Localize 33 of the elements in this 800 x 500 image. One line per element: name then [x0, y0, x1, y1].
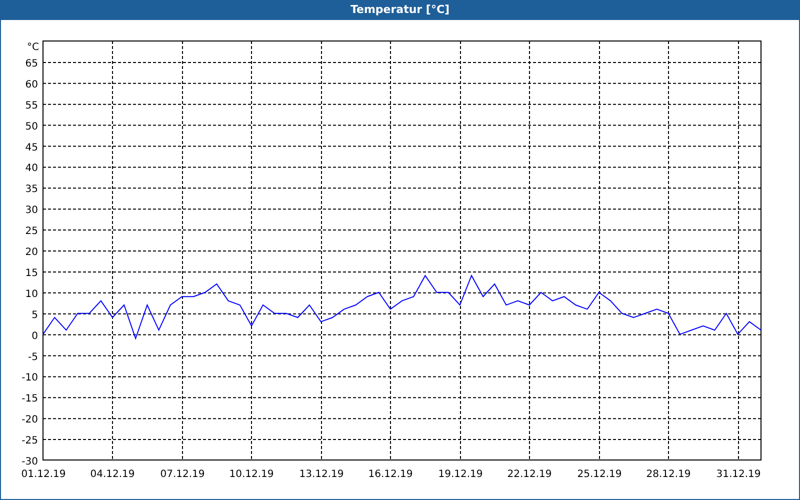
y-tick-label: 10 [25, 288, 38, 300]
y-tick-label: 0 [32, 330, 38, 342]
y-tick-label: 60 [25, 79, 38, 90]
y-tick-label: 65 [25, 58, 38, 70]
y-tick-label: -10 [22, 372, 38, 384]
y-tick-label: -20 [22, 414, 38, 426]
y-tick-label: 15 [25, 268, 38, 279]
x-tick-label: 16.12.19 [368, 469, 413, 480]
x-tick-label: 28.12.19 [646, 469, 691, 480]
y-tick-label: 35 [25, 184, 38, 196]
y-tick-label: 45 [25, 142, 38, 154]
y-tick-label: -30 [22, 456, 38, 468]
x-tick-label: 25.12.19 [577, 469, 622, 480]
x-tick-label: 10.12.19 [229, 469, 274, 480]
y-tick-label: -25 [22, 436, 38, 447]
x-tick-label: 04.12.19 [90, 469, 135, 480]
y-tick-label: 5 [32, 310, 38, 321]
y-tick-label: -15 [22, 394, 38, 405]
x-tick-label: 07.12.19 [160, 469, 205, 480]
window-title: Temperatur [°C] [0, 0, 800, 20]
x-tick-label: 19.12.19 [438, 469, 483, 480]
x-tick-label: 01.12.19 [21, 469, 66, 480]
y-tick-label: 20 [25, 247, 38, 258]
y-tick-label: 55 [25, 100, 38, 112]
y-tick-label: 25 [25, 226, 38, 238]
y-tick-label: 50 [25, 121, 38, 132]
y-tick-label: 30 [25, 205, 38, 216]
y-axis-unit: °C [27, 42, 39, 53]
y-tick-label: 40 [25, 163, 38, 174]
x-tick-label: 31.12.19 [716, 469, 761, 480]
x-tick-label: 22.12.19 [507, 469, 552, 480]
y-tick-label: -5 [28, 352, 38, 363]
x-tick-label: 13.12.19 [299, 469, 344, 480]
